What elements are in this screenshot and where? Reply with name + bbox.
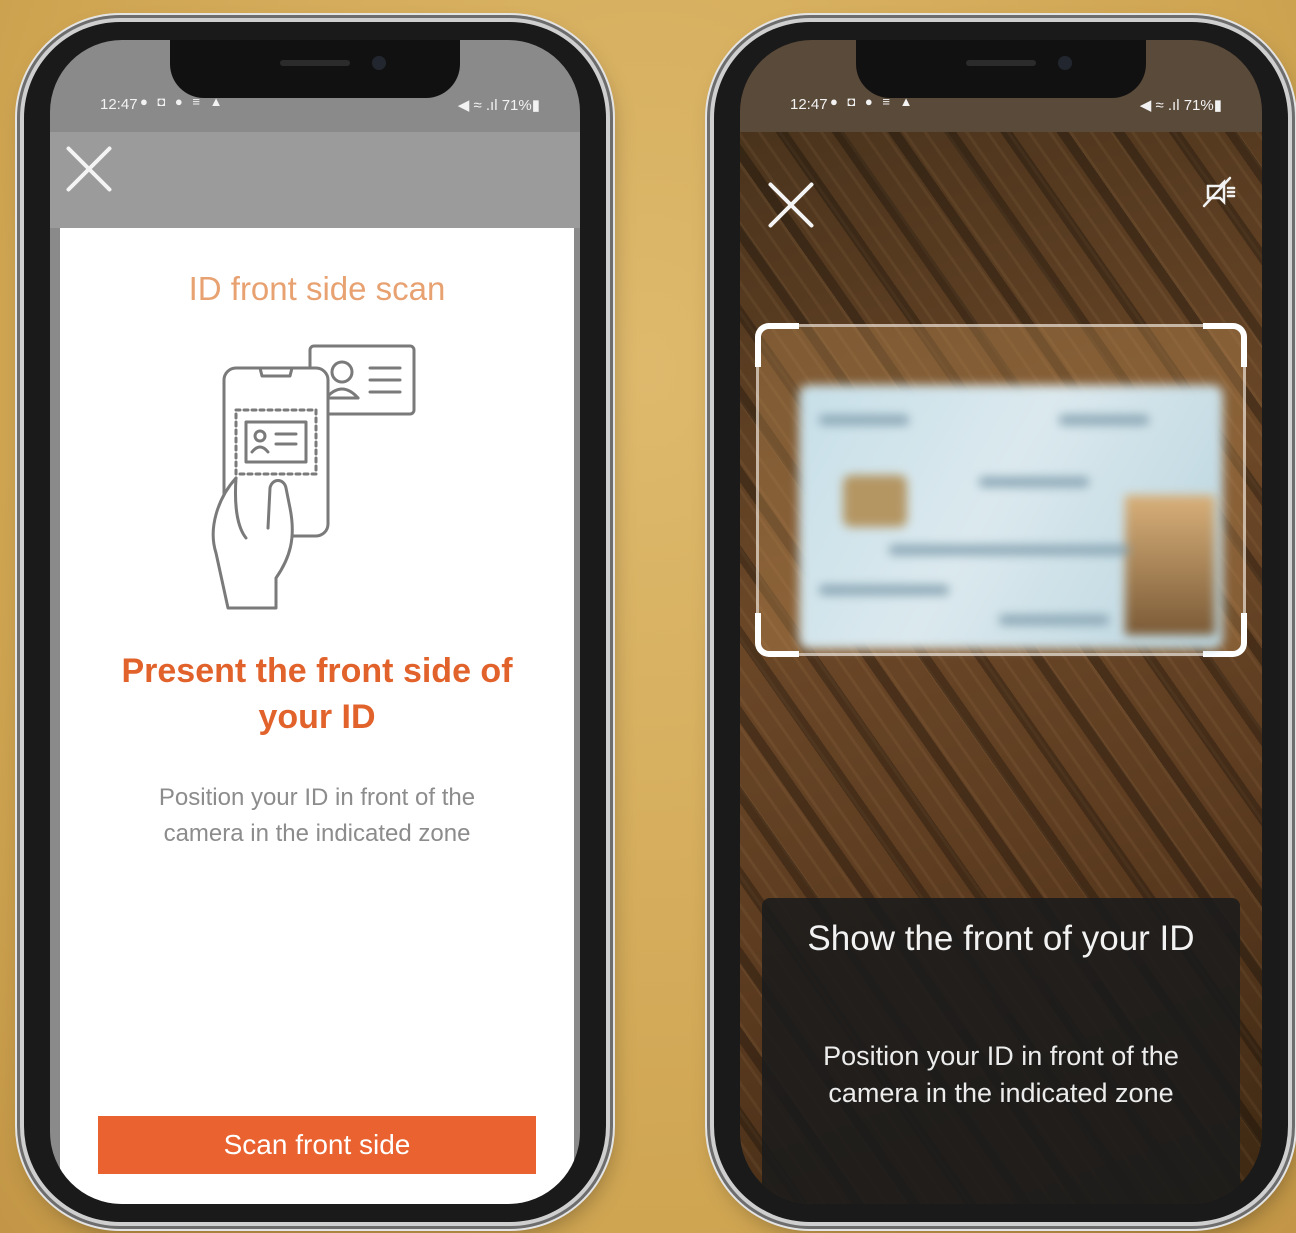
top-band [50,132,580,228]
close-icon[interactable] [64,144,114,194]
instruction-subtext: Position your ID in front of the camera … [823,1041,1179,1108]
instruction-card: ID front side scan Present the front sid… [60,228,574,1204]
notch [856,40,1146,98]
flash-off-icon[interactable] [1198,172,1238,212]
notch [170,40,460,98]
close-icon[interactable] [766,180,816,230]
page-title: ID front side scan [188,270,446,307]
status-time: 12:47 [790,96,828,113]
camera-screen: 12:47 ● ◘ ● ≡ ▲ ◀ ≈ .ıl 71%▮ Show the fr… [740,40,1262,1204]
intro-screen: 12:47 ● ◘ ● ≡ ▲ ◀ ≈ .ıl 71%▮ ID front si… [50,40,580,1204]
phone-frame-left: 12:47 ● ◘ ● ≡ ▲ ◀ ≈ .ıl 71%▮ ID front si… [24,22,606,1222]
instruction-subtext: Position your ID in front of the camera … [158,784,476,847]
status-time: 12:47 [100,96,138,113]
blurred-id-card [799,385,1223,649]
status-battery: ◀ ≈ .ıl 71%▮ [1139,97,1222,114]
scan-front-side-button[interactable]: Scan front side [98,1116,536,1174]
instruction-headline: Show the front of your ID [807,919,1195,958]
instruction-headline: Present the front side of your ID [121,652,513,736]
scan-zone-frame [755,323,1247,657]
status-battery: ◀ ≈ .ıl 71%▮ [457,97,540,114]
id-scan-illustration-icon [211,344,416,610]
instruction-panel: Show the front of your ID Position your … [762,898,1240,1204]
phone-frame-right: 12:47 ● ◘ ● ≡ ▲ ◀ ≈ .ıl 71%▮ Show the fr… [714,22,1288,1222]
